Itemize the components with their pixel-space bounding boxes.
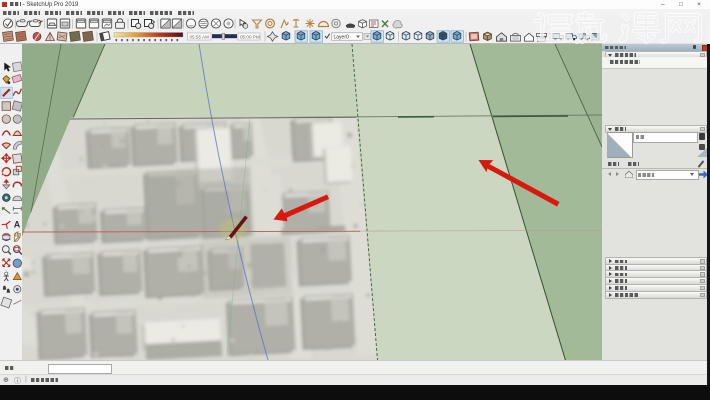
svg-text:Layer0: Layer0 [334,35,350,41]
svg-text:05:55 AM: 05:55 AM [190,35,210,40]
svg-text:05:00 PM: 05:00 PM [240,35,260,40]
svg-text:A: A [14,220,21,230]
